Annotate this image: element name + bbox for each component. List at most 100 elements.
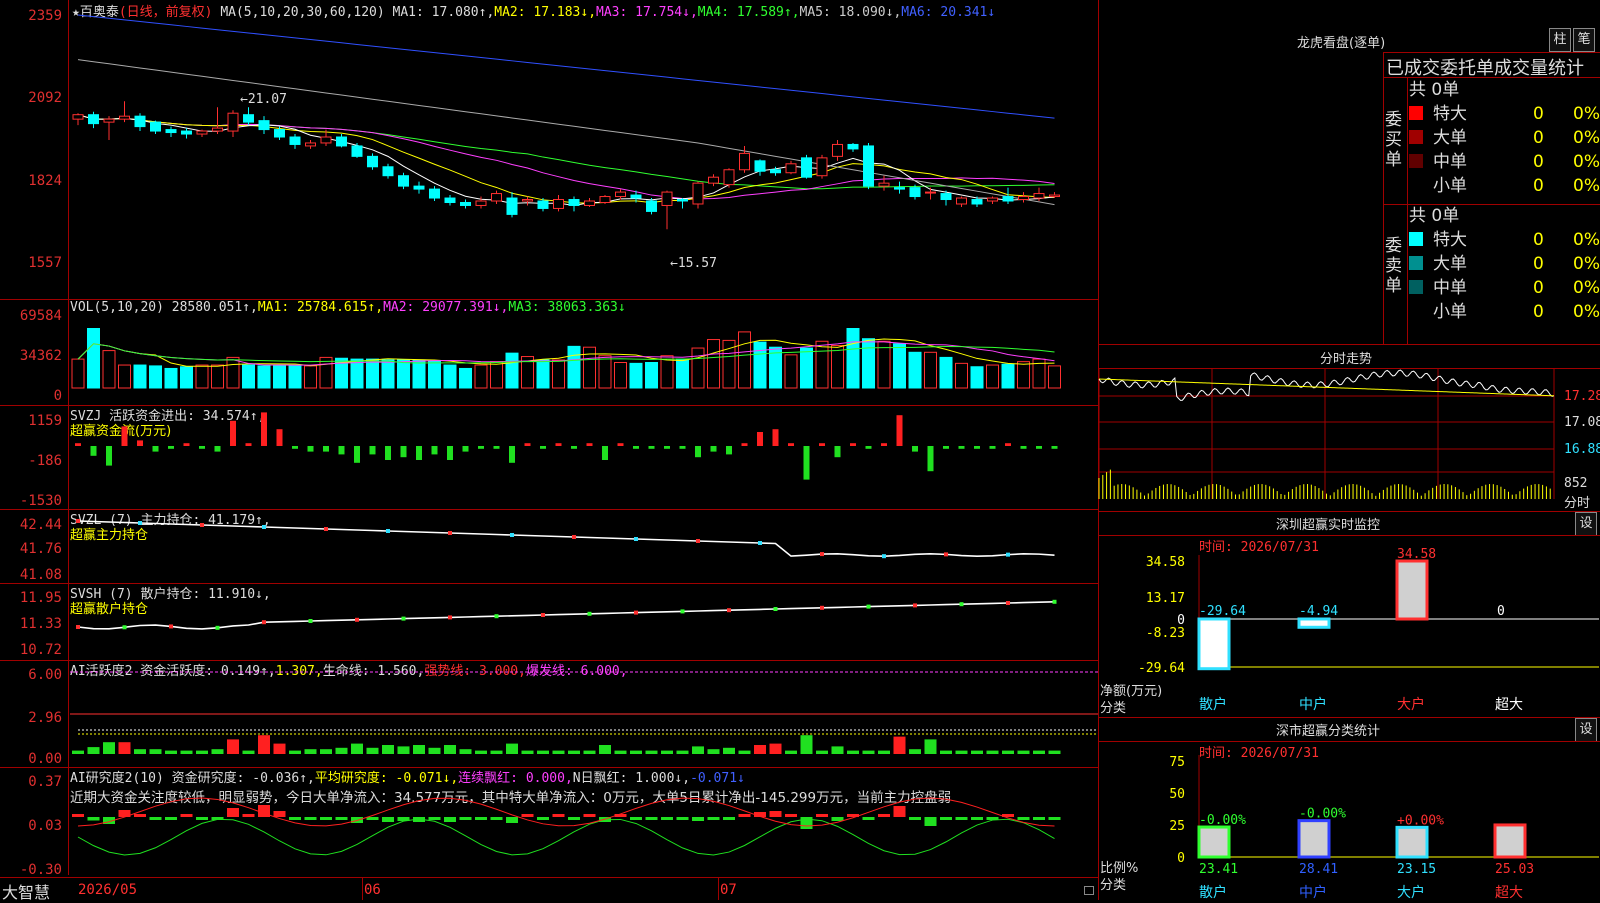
- monitor-xlabel: 分类: [1100, 701, 1127, 716]
- net-flow-bar: [1395, 559, 1429, 621]
- ma-line-ma1: [77, 114, 1055, 206]
- retail-position-chart[interactable]: [0, 583, 1098, 660]
- ma-line-ma6: [77, 14, 1055, 119]
- volume-bar: [412, 359, 426, 389]
- lock-icon[interactable]: [1084, 886, 1094, 895]
- activity-bar: [475, 750, 487, 754]
- buy-row-pct: 0%: [1573, 176, 1600, 196]
- main-position-chart[interactable]: [0, 509, 1098, 582]
- x-tick-jul: [718, 878, 719, 900]
- flow-bar: [385, 446, 391, 460]
- candle-body: [413, 185, 425, 190]
- position-marker: [494, 614, 499, 619]
- price-chart[interactable]: [0, 0, 1098, 300]
- flow-bar: [617, 443, 624, 446]
- activity-bar: [599, 745, 611, 754]
- net-flow-category: 超大: [1495, 697, 1523, 713]
- flow-bar: [710, 446, 717, 452]
- candle-body: [382, 166, 394, 177]
- research-bar: [366, 817, 379, 820]
- research-bar: [816, 814, 828, 817]
- volume-bar: [87, 328, 100, 389]
- candle-body: [305, 142, 316, 147]
- ratio-bar: [1493, 823, 1527, 859]
- monitor-top-line: [1099, 511, 1600, 512]
- candle-body: [692, 182, 704, 205]
- flow-bar: [524, 443, 531, 446]
- volume-bar: [598, 355, 612, 389]
- ai-activity-chart[interactable]: [0, 660, 1098, 766]
- candle-body: [847, 143, 859, 150]
- volume-ma-line: [77, 341, 1055, 366]
- ratio-chart[interactable]: 75 50 25 0 -0.00% 23.41 散户 -0.00% 28.41 中户 +0.00% 2…: [1099, 755, 1600, 901]
- flow-bar: [881, 443, 887, 446]
- activity-bar: [149, 749, 162, 754]
- research-bar: [134, 814, 146, 817]
- column-button[interactable]: 柱: [1549, 28, 1571, 52]
- candle-body: [940, 193, 952, 201]
- research-bar: [862, 817, 875, 820]
- monitor-settings-button[interactable]: 设: [1575, 512, 1597, 536]
- buy-row-name: 小单: [1433, 176, 1467, 196]
- volume-bar: [567, 345, 581, 389]
- flow-bar: [307, 446, 314, 452]
- x-label-may: 2026/05: [78, 882, 138, 898]
- sell-row-pct: 0%: [1573, 254, 1600, 274]
- volume-bar: [195, 364, 209, 389]
- candle-body: [661, 191, 673, 206]
- volume-chart[interactable]: [0, 300, 1098, 404]
- research-bar: [289, 817, 301, 820]
- buy-swatch-icon: [1409, 106, 1423, 120]
- volume-bar: [381, 359, 395, 389]
- candle-body: [444, 197, 456, 203]
- flow-bar: [90, 446, 97, 456]
- monitor-axis-tick: 34.58: [1146, 555, 1185, 570]
- volume-bar: [397, 359, 410, 389]
- candle-body: [72, 114, 84, 120]
- flow-bar: [338, 446, 345, 455]
- flow-bar: [834, 446, 841, 458]
- main-chart[interactable]: ★百奥泰(日线，前复权) MA(5,10,20,30,60,120) MA1: …: [0, 0, 1098, 902]
- activity-bar: [1017, 750, 1030, 754]
- flow-bar: [292, 446, 298, 449]
- net-flow-chart[interactable]: 34.58 13.17 0 -8.23 -29.64 -29.64 散户 -4.94 中户 34.…: [1099, 547, 1600, 715]
- classify-title: 深市超赢分类统计: [1276, 724, 1381, 739]
- candle-body: [754, 160, 766, 172]
- flow-bar: [509, 446, 515, 463]
- position-marker: [169, 624, 173, 629]
- candle-body: [243, 114, 254, 123]
- ratio-pct: 28.41: [1299, 862, 1338, 877]
- position-marker: [820, 605, 824, 610]
- classify-settings-button[interactable]: 设: [1575, 718, 1597, 742]
- fund-flow-chart[interactable]: [0, 405, 1098, 509]
- research-bar: [521, 814, 534, 817]
- activity-bar: [134, 749, 146, 754]
- volume-bar: [71, 358, 85, 389]
- flow-bar: [757, 432, 763, 446]
- activity-bar: [1002, 750, 1014, 754]
- activity-bar: [227, 739, 239, 754]
- net-flow-value: -4.94: [1299, 604, 1338, 619]
- activity-bar: [459, 749, 472, 754]
- activity-bar: [676, 750, 689, 754]
- sell-row-3: 小单 0 0%: [1409, 300, 1600, 324]
- research-bar: [258, 805, 270, 817]
- sell-swatch-icon: [1409, 304, 1423, 318]
- position-marker: [680, 609, 685, 614]
- activity-bar: [165, 750, 177, 754]
- volume-bar: [908, 351, 922, 389]
- volume-bar: [955, 362, 968, 389]
- activity-bar: [568, 750, 580, 754]
- ai-research-chart[interactable]: [0, 767, 1098, 877]
- flow-bar: [168, 446, 174, 449]
- intraday-chart[interactable]: [1098, 369, 1600, 509]
- sell-total: 共 0单: [1409, 206, 1460, 226]
- flow-bar: [230, 420, 236, 446]
- sell-row-count: 0: [1533, 278, 1544, 298]
- research-bar: [273, 811, 286, 817]
- candle-body: [367, 155, 378, 168]
- stroke-button[interactable]: 笔: [1573, 28, 1595, 52]
- activity-bar: [242, 750, 255, 754]
- classify-xlabel: 分类: [1100, 878, 1127, 893]
- candle-body: [878, 182, 890, 187]
